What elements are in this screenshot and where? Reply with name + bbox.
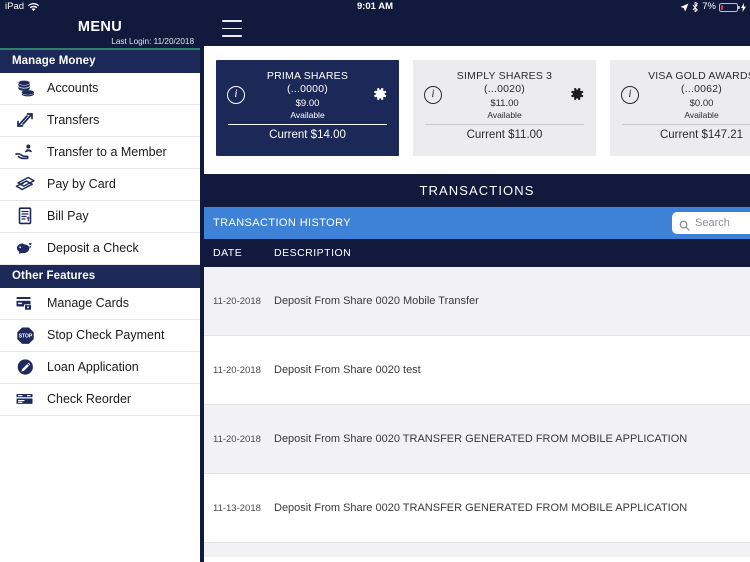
transaction-description: Deposit From Share 0020 Mobile Transfer (274, 295, 479, 307)
last-login-label: Last Login: 11/20/2018 (111, 37, 194, 46)
sidebar-item-deposit-a-check[interactable]: Deposit a Check (0, 232, 200, 265)
account-name: SIMPLY SHARES 3 (456, 70, 553, 82)
available-label: Available (487, 109, 522, 120)
sidebar-item-label: Manage Cards (47, 296, 129, 310)
hand-person-icon (12, 140, 38, 164)
transactions-column-header: DATE DESCRIPTION (204, 239, 750, 267)
lightning-bolt-icon (741, 2, 746, 12)
account-card-visa-gold-awards[interactable]: i VISA GOLD AWARDS (...0062) $0.00 Avail… (610, 60, 750, 156)
current-balance: Current $11.00 (466, 128, 543, 141)
sidebar-item-label: Stop Check Payment (47, 328, 165, 342)
column-header-date: DATE (213, 247, 243, 259)
checkbook-icon (12, 387, 38, 411)
hamburger-menu-icon[interactable] (222, 20, 242, 37)
available-label: Available (290, 109, 325, 120)
table-row[interactable]: 11-20-2018 Deposit From Share 0020 TRANS… (204, 405, 750, 474)
current-balance: Current $14.00 (269, 128, 346, 141)
transaction-history-title: TRANSACTION HISTORY (213, 217, 351, 229)
transaction-date: 11-13-2018 (213, 502, 261, 514)
ios-status-bar: iPad 9:01 AM 7% (0, 0, 750, 14)
bluetooth-icon (692, 2, 699, 12)
battery-percent: 7% (702, 1, 716, 12)
available-amount: $9.00 (295, 97, 320, 109)
sidebar-item-manage-cards[interactable]: Manage Cards (0, 287, 200, 320)
status-bar-right: 7% (680, 0, 746, 14)
sidebar-item-label: Check Reorder (47, 392, 132, 406)
transactions-list-tail (204, 543, 750, 557)
transaction-date: 11-20-2018 (213, 295, 261, 307)
account-number: (...0020) (484, 82, 525, 95)
account-card-simply-shares-3[interactable]: i SIMPLY SHARES 3 (...0020) $11.00 Avail… (413, 60, 596, 156)
location-arrow-icon (680, 2, 689, 12)
sidebar-item-label: Deposit a Check (47, 241, 139, 255)
status-bar-time: 9:01 AM (356, 1, 394, 12)
sidebar-item-transfers[interactable]: Transfers (0, 104, 200, 137)
app-root: iPad 9:01 AM 7% MENU Last Login: 11/20/2… (0, 0, 750, 562)
sidebar-empty-area (0, 415, 200, 562)
available-label: Available (684, 109, 719, 120)
stop-sign-icon: STOP (12, 323, 38, 347)
available-amount: $0.00 (689, 97, 714, 109)
transaction-date: 11-20-2018 (213, 433, 261, 445)
menu-title: MENU (77, 19, 123, 35)
svg-text:STOP: STOP (18, 334, 32, 340)
sidebar-item-label: Pay by Card (47, 177, 116, 191)
info-circle-icon[interactable]: i (424, 86, 442, 104)
sidebar-item-label: Loan Application (47, 360, 139, 374)
search-icon (679, 218, 690, 231)
transactions-banner: TRANSACTIONS (204, 174, 750, 207)
transaction-description: Deposit From Share 0020 TRANSFER GENERAT… (274, 433, 688, 445)
sidebar-item-pay-by-card[interactable]: Pay by Card (0, 168, 200, 201)
info-circle-icon[interactable]: i (227, 86, 245, 104)
account-card-prima-shares[interactable]: i PRIMA SHARES (...0000) $9.00 Available… (216, 60, 399, 156)
account-number: (...0000) (287, 82, 328, 95)
table-row[interactable]: 11-13-2018 Deposit From Share 0020 TRANS… (204, 474, 750, 543)
search-placeholder: Search (695, 217, 730, 229)
gear-icon[interactable] (569, 86, 585, 102)
coins-stack-icon (12, 76, 38, 100)
battery-low-icon (719, 2, 740, 12)
transaction-description: Deposit From Share 0020 TRANSFER GENERAT… (274, 502, 688, 514)
card-lock-icon (12, 291, 38, 315)
search-input[interactable]: Search (672, 212, 750, 234)
table-row[interactable]: 11-20-2018 Deposit From Share 0020 Mobil… (204, 267, 750, 336)
column-header-description: DESCRIPTION (274, 247, 352, 259)
account-card-body: SIMPLY SHARES 3 (...0020) $11.00 Availab… (421, 70, 588, 121)
info-circle-icon[interactable]: i (621, 86, 639, 104)
pen-circle-icon (12, 355, 38, 379)
accounts-carousel[interactable]: i PRIMA SHARES (...0000) $9.00 Available… (204, 46, 750, 174)
sidebar-section-manage-money: Manage Money (0, 49, 200, 73)
credit-cards-icon (12, 172, 38, 196)
sidebar: MENU Last Login: 11/20/2018 Manage Money… (0, 14, 200, 562)
main-content: i PRIMA SHARES (...0000) $9.00 Available… (204, 14, 750, 562)
sidebar-item-bill-pay[interactable]: Bill Pay (0, 200, 200, 233)
account-number: (...0062) (681, 82, 722, 95)
sidebar-item-stop-check-payment[interactable]: STOP Stop Check Payment (0, 319, 200, 352)
account-name: VISA GOLD AWARDS (648, 70, 750, 82)
transaction-date: 11-20-2018 (213, 364, 261, 376)
account-name: PRIMA SHARES (266, 70, 349, 82)
sidebar-item-label: Transfers (47, 113, 100, 127)
transfer-arrows-icon (12, 108, 38, 132)
sidebar-item-transfer-to-a-member[interactable]: Transfer to a Member (0, 136, 200, 169)
app-top-bar (204, 14, 750, 46)
sidebar-section-other-features: Other Features (0, 264, 200, 288)
available-amount: $11.00 (490, 97, 519, 109)
piggy-bank-icon (12, 236, 38, 260)
gear-icon[interactable] (372, 86, 388, 102)
sidebar-item-loan-application[interactable]: Loan Application (0, 351, 200, 384)
sidebar-item-label: Bill Pay (47, 209, 89, 223)
sidebar-item-label: Accounts (47, 81, 99, 95)
sidebar-header: MENU Last Login: 11/20/2018 (0, 14, 200, 48)
transaction-history-bar: TRANSACTION HISTORY Search (204, 207, 750, 239)
sidebar-item-label: Transfer to a Member (47, 145, 167, 159)
transaction-description: Deposit From Share 0020 test (274, 364, 421, 376)
table-row[interactable]: 11-20-2018 Deposit From Share 0020 test (204, 336, 750, 405)
transactions-list: 11-20-2018 Deposit From Share 0020 Mobil… (204, 267, 750, 557)
account-card-body: PRIMA SHARES (...0000) $9.00 Available (224, 70, 391, 121)
sidebar-item-accounts[interactable]: Accounts (0, 72, 200, 105)
current-balance: Current $147.21 (659, 128, 744, 141)
sidebar-item-check-reorder[interactable]: Check Reorder (0, 383, 200, 416)
invoice-receipt-icon (12, 204, 38, 228)
